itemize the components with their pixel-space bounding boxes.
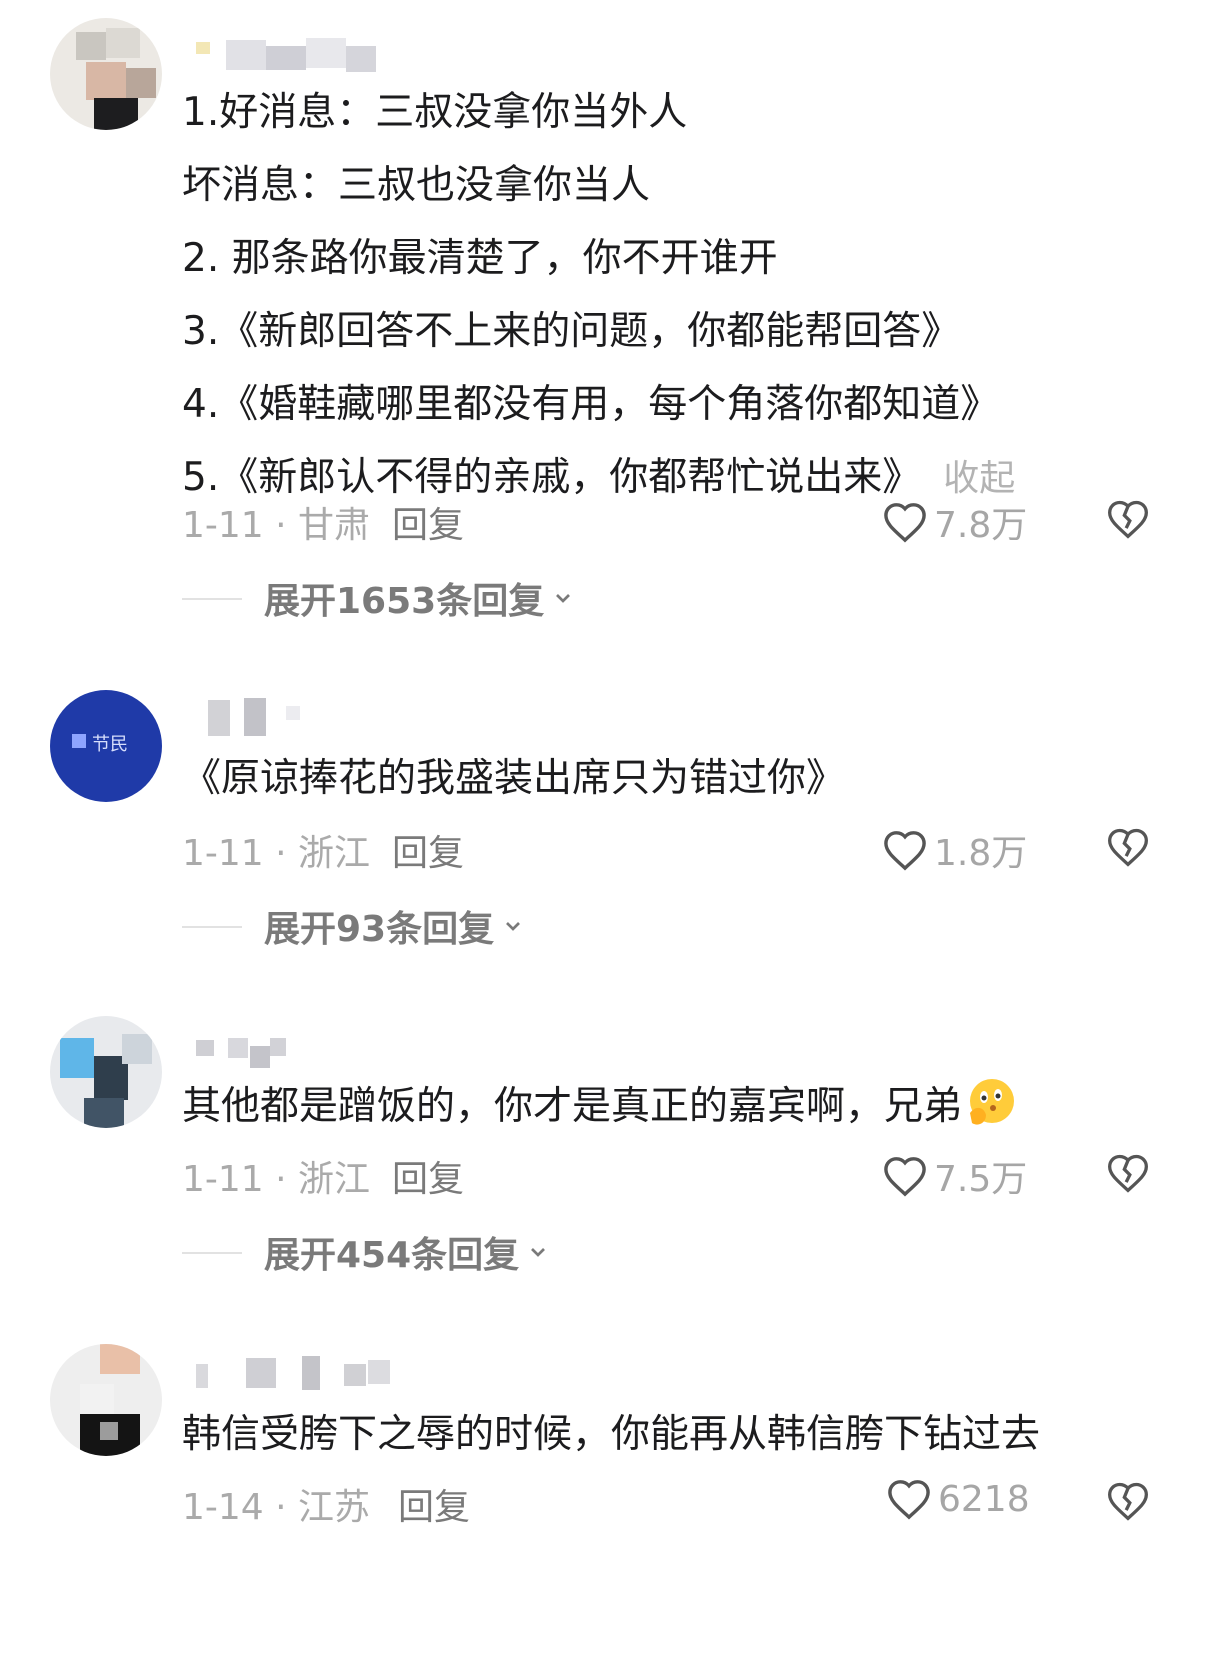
username-blurred[interactable] bbox=[196, 1354, 416, 1394]
comment-text: 韩信受胯下之辱的时候，你能再从韩信胯下钻过去 bbox=[182, 1398, 1182, 1471]
broken-heart-icon[interactable] bbox=[1106, 1480, 1150, 1522]
avatar[interactable] bbox=[50, 1344, 162, 1456]
reply-button[interactable]: 回复 bbox=[392, 1150, 464, 1202]
chevron-down-icon bbox=[531, 1248, 546, 1257]
username-blurred[interactable] bbox=[196, 696, 416, 736]
comment-text: 《原谅捧花的我盛装出席只为错过你》 bbox=[182, 742, 1182, 815]
avatar[interactable] bbox=[50, 1016, 162, 1128]
reply-button[interactable]: 回复 bbox=[392, 824, 464, 876]
broken-heart-icon[interactable] bbox=[1106, 826, 1150, 868]
expand-label: 展开454条回复 bbox=[264, 1235, 520, 1276]
expand-label: 展开1653条回复 bbox=[264, 581, 545, 622]
comment-line-text: 其他都是蹭饭的，你才是真正的嘉宾啊，兄弟 bbox=[182, 1084, 963, 1129]
comment-line-text: 5.《新郎认不得的亲戚，你都帮忙说出来》 bbox=[182, 455, 922, 500]
heart-outline-icon bbox=[884, 503, 926, 543]
comment-line: 其他都是蹭饭的，你才是真正的嘉宾啊，兄弟 bbox=[182, 1070, 1182, 1143]
username-blurred[interactable] bbox=[196, 1030, 416, 1070]
date-location: 1-11 · 浙江 bbox=[182, 1159, 371, 1200]
avatar-text: 节民 bbox=[92, 734, 128, 755]
chevron-down-icon bbox=[506, 922, 521, 931]
divider bbox=[182, 1252, 242, 1254]
broken-heart-icon[interactable] bbox=[1106, 1152, 1150, 1194]
heart-outline-icon bbox=[884, 1157, 926, 1197]
comment-line: 《原谅捧花的我盛装出席只为错过你》 bbox=[182, 756, 846, 801]
heart-outline-icon bbox=[888, 1480, 930, 1520]
reply-button[interactable]: 回复 bbox=[398, 1478, 470, 1530]
date-location: 1-14 · 江苏 bbox=[182, 1487, 371, 1528]
avatar[interactable]: 节民 bbox=[50, 690, 162, 802]
comment-meta: 1-14 · 江苏 回复 6218 bbox=[182, 1478, 1182, 1530]
comment-line: 2. 那条路你最清楚了，你不开谁开 bbox=[182, 236, 778, 281]
avatar[interactable] bbox=[50, 18, 162, 130]
comment-meta: 1-11 · 甘肃 回复 7.8万 bbox=[182, 496, 1182, 548]
like-button[interactable]: 7.5万 bbox=[882, 1150, 1027, 1202]
reply-button[interactable]: 回复 bbox=[392, 496, 464, 548]
like-count: 6218 bbox=[938, 1478, 1030, 1520]
username-blurred[interactable] bbox=[196, 36, 416, 76]
expand-label: 展开93条回复 bbox=[264, 909, 495, 950]
comment-line: 3.《新郎回答不上来的问题，你都能帮回答》 bbox=[182, 309, 961, 354]
broken-heart-icon[interactable] bbox=[1106, 498, 1150, 540]
comment-text: 1.好消息：三叔没拿你当外人 坏消息：三叔也没拿你当人 2. 那条路你最清楚了，… bbox=[182, 76, 1182, 515]
like-button[interactable]: 7.8万 bbox=[882, 496, 1027, 548]
comment-line: 坏消息：三叔也没拿你当人 bbox=[182, 163, 651, 208]
comment-line: 4.《婚鞋藏哪里都没有用，每个角落你都知道》 bbox=[182, 382, 1000, 427]
like-button[interactable]: 6218 bbox=[886, 1478, 1030, 1520]
comment-line: 韩信受胯下之辱的时候，你能再从韩信胯下钻过去 bbox=[182, 1412, 1041, 1457]
date-location: 1-11 · 甘肃 bbox=[182, 505, 371, 546]
divider bbox=[182, 926, 242, 928]
like-button[interactable]: 1.8万 bbox=[882, 824, 1027, 876]
like-count: 7.5万 bbox=[934, 1159, 1028, 1200]
chevron-down-icon bbox=[556, 594, 571, 603]
like-count: 7.8万 bbox=[934, 505, 1028, 546]
collapse-button[interactable]: 收起 bbox=[943, 458, 1015, 499]
comment-line: 1.好消息：三叔没拿你当外人 bbox=[182, 90, 688, 135]
comment-text: 其他都是蹭饭的，你才是真正的嘉宾啊，兄弟 bbox=[182, 1070, 1182, 1143]
shushing-face-emoji-icon bbox=[970, 1079, 1015, 1125]
comment-meta: 1-11 · 浙江 回复 1.8万 bbox=[182, 824, 1182, 876]
comment-meta: 1-11 · 浙江 回复 7.5万 bbox=[182, 1150, 1182, 1202]
like-count: 1.8万 bbox=[934, 833, 1028, 874]
date-location: 1-11 · 浙江 bbox=[182, 833, 371, 874]
heart-outline-icon bbox=[884, 831, 926, 871]
divider bbox=[182, 598, 242, 600]
